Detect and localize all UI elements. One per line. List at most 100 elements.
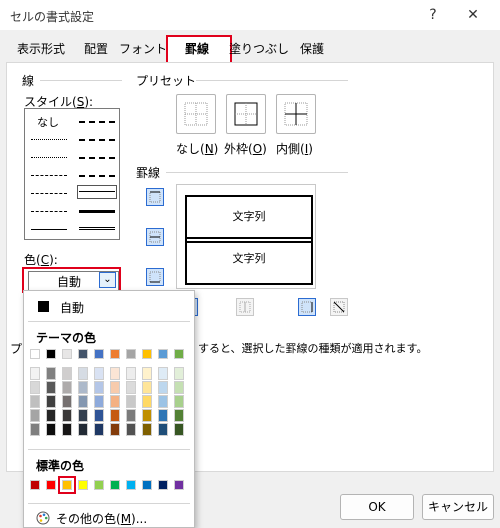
- preset-none-button[interactable]: [176, 94, 216, 134]
- standard-color-swatch[interactable]: [94, 480, 104, 490]
- theme-shade-swatch[interactable]: [110, 409, 120, 422]
- theme-shade-swatch[interactable]: [126, 367, 136, 380]
- theme-shade-swatch[interactable]: [174, 381, 184, 394]
- theme-color-swatch[interactable]: [78, 349, 88, 359]
- theme-color-swatch[interactable]: [94, 349, 104, 359]
- theme-shade-swatch[interactable]: [62, 409, 72, 422]
- theme-shade-swatch[interactable]: [78, 409, 88, 422]
- theme-shade-swatch[interactable]: [46, 367, 56, 380]
- line-style-thick[interactable]: [79, 210, 115, 213]
- standard-color-swatch[interactable]: [174, 480, 184, 490]
- theme-color-swatch[interactable]: [110, 349, 120, 359]
- theme-shade-swatch[interactable]: [158, 381, 168, 394]
- theme-shade-swatch[interactable]: [78, 367, 88, 380]
- theme-color-swatch[interactable]: [142, 349, 152, 359]
- theme-color-swatch[interactable]: [174, 349, 184, 359]
- theme-shade-swatch[interactable]: [142, 367, 152, 380]
- theme-shade-swatch[interactable]: [142, 381, 152, 394]
- theme-shade-swatch[interactable]: [46, 395, 56, 408]
- line-style-double[interactable]: [79, 227, 115, 230]
- standard-color-swatch[interactable]: [58, 476, 76, 494]
- chevron-down-icon[interactable]: ⌄: [99, 272, 116, 288]
- standard-color-swatch[interactable]: [158, 480, 168, 490]
- theme-shade-swatch[interactable]: [126, 395, 136, 408]
- theme-shade-swatch[interactable]: [126, 423, 136, 436]
- theme-shade-swatch[interactable]: [142, 423, 152, 436]
- theme-color-swatch[interactable]: [62, 349, 72, 359]
- theme-shade-swatch[interactable]: [110, 423, 120, 436]
- theme-shade-swatch[interactable]: [62, 423, 72, 436]
- theme-shade-swatch[interactable]: [62, 395, 72, 408]
- theme-shade-swatch[interactable]: [30, 409, 40, 422]
- theme-color-swatch[interactable]: [46, 349, 56, 359]
- theme-color-swatch[interactable]: [158, 349, 168, 359]
- theme-shade-swatch[interactable]: [62, 381, 72, 394]
- theme-shade-swatch[interactable]: [158, 367, 168, 380]
- line-style-medium-dash-dot-dot[interactable]: [79, 121, 115, 123]
- theme-shade-swatch[interactable]: [46, 409, 56, 422]
- line-color-field[interactable]: 自動 ⌄: [28, 271, 119, 291]
- theme-shade-swatch[interactable]: [142, 395, 152, 408]
- theme-shade-swatch[interactable]: [94, 423, 104, 436]
- standard-color-swatch[interactable]: [126, 480, 136, 490]
- preset-inside-button[interactable]: [276, 94, 316, 134]
- theme-shade-swatch[interactable]: [174, 395, 184, 408]
- help-button[interactable]: ?: [418, 3, 448, 27]
- tab-number-format[interactable]: 表示形式: [8, 37, 74, 62]
- line-style-hair[interactable]: [31, 139, 67, 140]
- border-middle-button[interactable]: [146, 228, 164, 246]
- theme-shade-swatch[interactable]: [158, 423, 168, 436]
- theme-shade-swatch[interactable]: [110, 367, 120, 380]
- theme-shade-swatch[interactable]: [30, 381, 40, 394]
- standard-color-swatch[interactable]: [30, 480, 40, 490]
- theme-shade-swatch[interactable]: [126, 409, 136, 422]
- border-top-button[interactable]: [146, 188, 164, 206]
- theme-shade-swatch[interactable]: [158, 395, 168, 408]
- theme-shade-swatch[interactable]: [94, 381, 104, 394]
- standard-color-swatch[interactable]: [78, 480, 88, 490]
- theme-color-swatch[interactable]: [30, 349, 40, 359]
- theme-shade-swatch[interactable]: [30, 395, 40, 408]
- theme-shade-swatch[interactable]: [78, 395, 88, 408]
- tab-fill[interactable]: 塗りつぶし: [228, 37, 290, 62]
- border-preview[interactable]: 文字列 文字列: [176, 184, 316, 289]
- border-diagonal-down-button[interactable]: [330, 298, 348, 316]
- theme-shade-swatch[interactable]: [30, 367, 40, 380]
- more-colors-option[interactable]: その他の色(M)...: [32, 509, 190, 527]
- theme-shade-swatch[interactable]: [158, 409, 168, 422]
- auto-color-option[interactable]: 自動: [28, 297, 190, 317]
- line-style-none[interactable]: なし: [37, 114, 59, 130]
- theme-shade-swatch[interactable]: [174, 423, 184, 436]
- theme-shade-swatch[interactable]: [94, 409, 104, 422]
- line-style-medium-dash-dot[interactable]: [79, 157, 115, 159]
- standard-color-swatch[interactable]: [142, 480, 152, 490]
- line-style-thin[interactable]: [31, 229, 67, 230]
- tab-alignment[interactable]: 配置: [76, 37, 116, 62]
- line-style-list[interactable]: なし: [24, 108, 120, 240]
- border-right-button[interactable]: [298, 298, 316, 316]
- cancel-button[interactable]: キャンセル: [422, 494, 494, 520]
- theme-shade-swatch[interactable]: [94, 395, 104, 408]
- close-button[interactable]: ✕: [458, 3, 488, 27]
- line-style-dash-dot[interactable]: [31, 193, 67, 194]
- theme-shade-swatch[interactable]: [110, 381, 120, 394]
- theme-shade-swatch[interactable]: [174, 367, 184, 380]
- line-style-slanted-dash-dot[interactable]: [79, 139, 115, 141]
- tab-protection[interactable]: 保護: [292, 37, 332, 62]
- line-style-medium-dashed[interactable]: [79, 175, 115, 177]
- border-bottom-button[interactable]: [146, 268, 164, 286]
- line-style-dotted[interactable]: [31, 157, 67, 158]
- line-style-dash-dot-dot[interactable]: [31, 175, 67, 176]
- theme-shade-swatch[interactable]: [62, 367, 72, 380]
- line-style-thin-selected[interactable]: [79, 191, 115, 192]
- tab-font[interactable]: フォント: [118, 37, 168, 62]
- theme-shade-swatch[interactable]: [30, 423, 40, 436]
- standard-color-swatch[interactable]: [46, 480, 56, 490]
- tab-border[interactable]: 罫線: [168, 37, 226, 62]
- preset-outline-button[interactable]: [226, 94, 266, 134]
- theme-shade-swatch[interactable]: [78, 381, 88, 394]
- theme-shade-swatch[interactable]: [142, 409, 152, 422]
- theme-color-swatch[interactable]: [126, 349, 136, 359]
- theme-shade-swatch[interactable]: [46, 423, 56, 436]
- theme-shade-swatch[interactable]: [174, 409, 184, 422]
